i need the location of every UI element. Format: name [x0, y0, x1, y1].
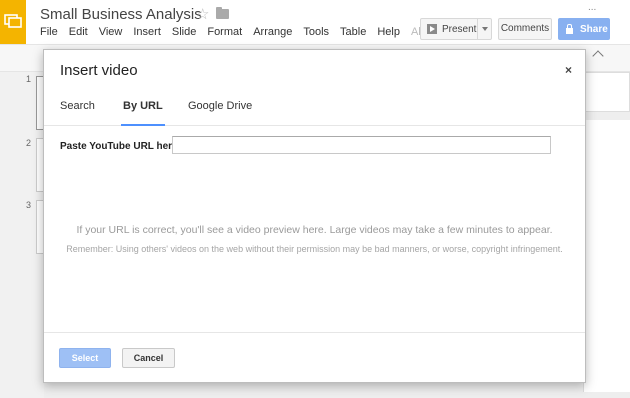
document-title[interactable]: Small Business Analysis	[40, 6, 202, 23]
preview-placeholder-text: If your URL is correct, you'll see a vid…	[76, 224, 553, 236]
menu-format[interactable]: Format	[207, 26, 242, 38]
slide-number-2: 2	[26, 138, 32, 148]
share-button[interactable]: Share	[558, 18, 610, 40]
menu-slide[interactable]: Slide	[172, 26, 196, 38]
folder-icon[interactable]	[216, 7, 229, 19]
tab-by-url[interactable]: By URL	[121, 100, 165, 126]
menu-help[interactable]: Help	[377, 26, 400, 38]
present-divider	[477, 19, 478, 39]
dialog-footer-divider	[44, 332, 585, 333]
youtube-url-input[interactable]	[172, 136, 551, 154]
dropdown-caret-icon[interactable]	[482, 27, 488, 31]
play-icon	[427, 24, 437, 34]
top-right-text: ...	[588, 2, 597, 13]
menu-bar: File Edit View Insert Slide Format Arran…	[40, 26, 452, 38]
url-label: Paste YouTube URL here:	[60, 141, 181, 152]
menu-file[interactable]: File	[40, 26, 58, 38]
present-label: Present	[442, 23, 477, 35]
insert-video-dialog: Insert video × Search By URL Google Driv…	[43, 49, 586, 383]
close-icon[interactable]: ×	[565, 63, 572, 77]
slide-number-1: 1	[26, 74, 32, 84]
dialog-title: Insert video	[60, 62, 138, 79]
menu-insert[interactable]: Insert	[133, 26, 161, 38]
menu-edit[interactable]: Edit	[69, 26, 88, 38]
select-button[interactable]: Select	[59, 348, 111, 368]
slides-logo-icon[interactable]	[0, 0, 26, 44]
copyright-reminder-text: Remember: Using others' videos on the we…	[66, 244, 563, 254]
tab-search[interactable]: Search	[60, 100, 95, 126]
tab-google-drive[interactable]: Google Drive	[188, 100, 252, 126]
slide-canvas-lower[interactable]	[583, 120, 630, 392]
cancel-button[interactable]: Cancel	[122, 348, 175, 368]
slide-number-3: 3	[26, 200, 32, 210]
lock-icon	[566, 23, 573, 34]
menu-arrange[interactable]: Arrange	[253, 26, 292, 38]
slides-glyph-icon	[4, 14, 22, 28]
slide-canvas[interactable]	[583, 72, 630, 112]
present-button[interactable]: Present	[420, 18, 492, 40]
menu-view[interactable]: View	[99, 26, 123, 38]
app-header: Small Business Analysis ☆ File Edit View…	[0, 0, 630, 44]
menu-table[interactable]: Table	[340, 26, 366, 38]
star-icon[interactable]: ☆	[196, 5, 209, 23]
menu-tools[interactable]: Tools	[303, 26, 329, 38]
share-label: Share	[580, 23, 608, 35]
comments-button[interactable]: Comments	[498, 18, 552, 40]
dialog-tabs: Search By URL Google Drive	[44, 90, 585, 126]
